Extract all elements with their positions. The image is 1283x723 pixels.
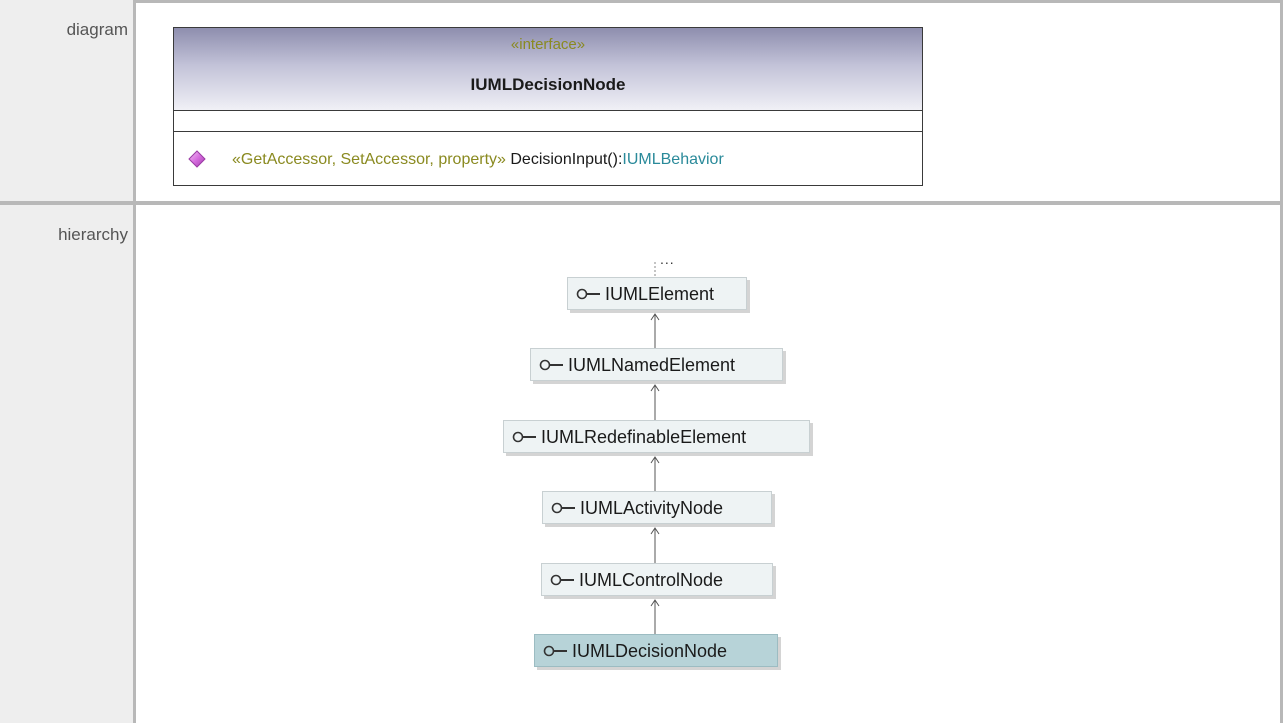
hierarchy-node-label: IUMLRedefinableElement [541, 427, 747, 447]
hierarchy-node-label: IUMLNamedElement [568, 355, 736, 375]
hierarchy-node-IUMLDecisionNode[interactable]: IUMLDecisionNode [534, 634, 778, 667]
more-ancestors-indicator[interactable]: ... [660, 251, 675, 267]
hierarchy-node-IUMLElement[interactable]: IUMLElement [567, 277, 747, 310]
hierarchy-node-IUMLNamedElement[interactable]: IUMLNamedElement [530, 348, 783, 381]
interface-lollipop-icon [512, 431, 536, 443]
hierarchy-node-label: IUMLActivityNode [580, 498, 724, 518]
interface-lollipop-icon [576, 288, 600, 300]
hierarchy-node-IUMLActivityNode[interactable]: IUMLActivityNode [542, 491, 772, 524]
hierarchy-node-IUMLControlNode[interactable]: IUMLControlNode [541, 563, 773, 596]
hierarchy-node-IUMLRedefinableElement[interactable]: IUMLRedefinableElement [503, 420, 810, 453]
interface-lollipop-icon [550, 574, 574, 586]
interface-lollipop-icon [551, 502, 575, 514]
hierarchy-node-label: IUMLControlNode [579, 570, 724, 590]
interface-lollipop-icon [539, 359, 563, 371]
hierarchy-node-label: IUMLElement [605, 284, 715, 304]
interface-lollipop-icon [543, 645, 567, 657]
hierarchy-node-label: IUMLDecisionNode [572, 641, 728, 661]
